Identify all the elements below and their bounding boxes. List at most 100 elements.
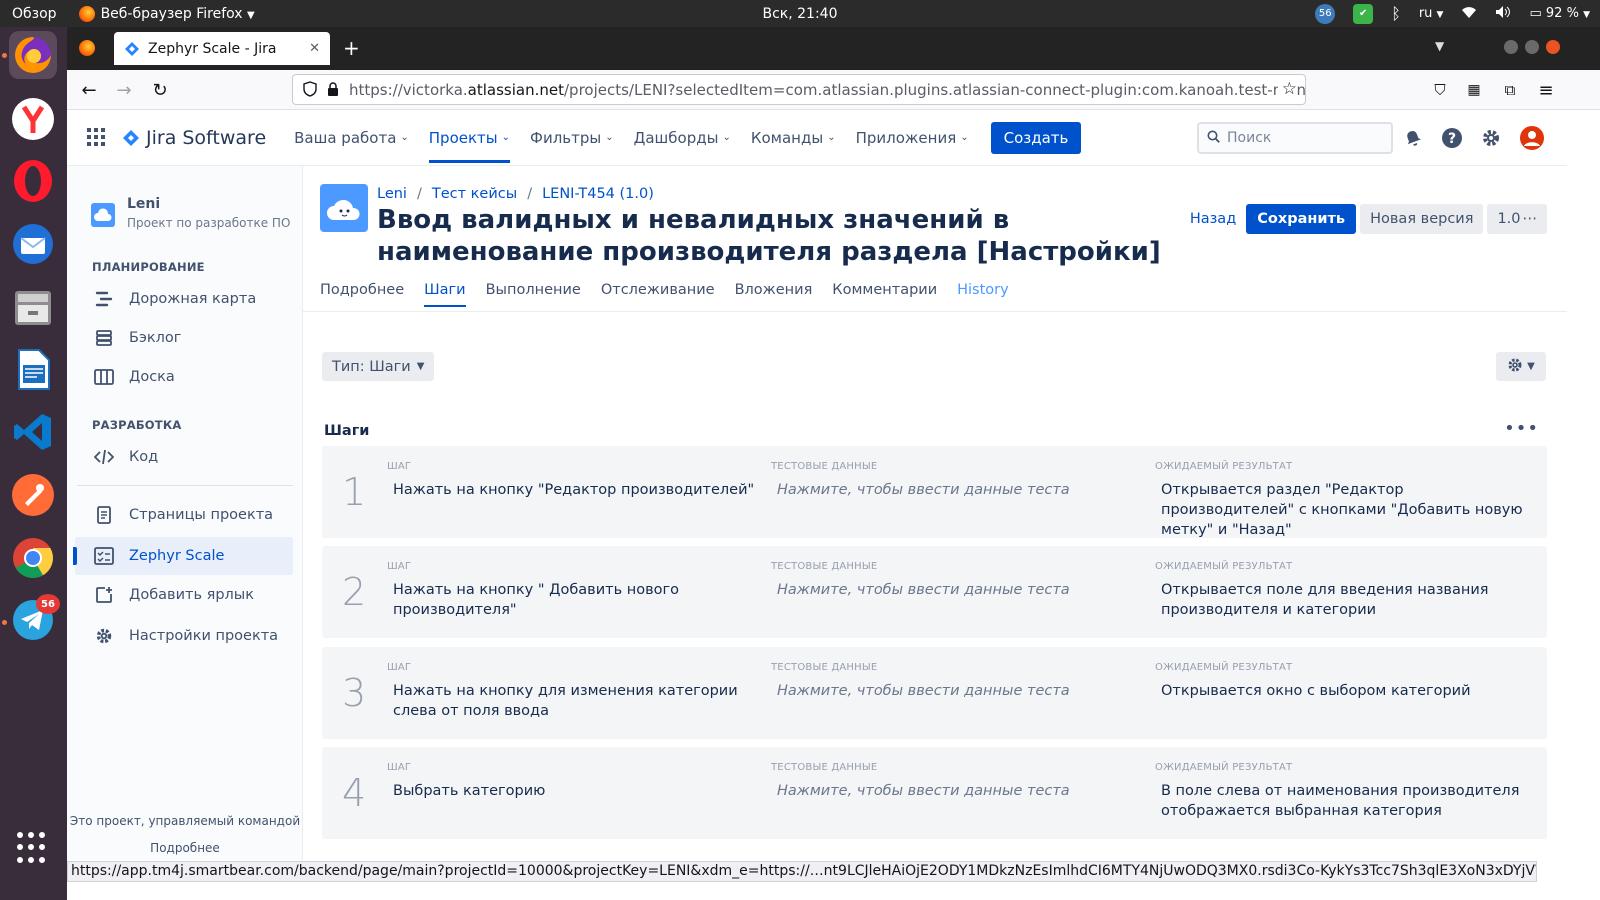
step-description[interactable]: Нажать на кнопку " Добавить нового произ… [387, 580, 757, 620]
vscode-icon[interactable] [9, 408, 57, 456]
bookmark-star-icon[interactable]: ☆ [1277, 79, 1297, 99]
list-tabs-icon[interactable]: ▼ [1435, 39, 1444, 53]
expected-result[interactable]: В поле слева от наименования производите… [1155, 781, 1525, 821]
app-menu[interactable]: Веб-браузер Firefox ▼ [78, 5, 255, 22]
close-window-icon[interactable] [1546, 40, 1560, 54]
test-data-field[interactable]: Нажмите, чтобы ввести данные теста [771, 681, 1141, 701]
nav-teams[interactable]: Команды ⌄ [751, 110, 836, 166]
yandex-browser-icon[interactable] [9, 95, 57, 143]
volume-icon[interactable] [1495, 5, 1511, 23]
wifi-icon[interactable] [1461, 5, 1477, 23]
postman-icon[interactable] [9, 471, 57, 519]
shield-icon[interactable] [303, 81, 317, 101]
nav-dashboards[interactable]: Дашборды ⌄ [634, 110, 731, 166]
extensions-icon[interactable]: ⧉ [1499, 79, 1521, 101]
sidebar-item-board[interactable]: Доска [75, 358, 293, 396]
libreoffice-writer-icon[interactable] [9, 345, 57, 393]
pocket-icon[interactable]: ⛉ [1429, 79, 1451, 101]
settings-gear-icon[interactable] [1479, 126, 1503, 150]
keyboard-layout[interactable]: ru ▼ [1419, 6, 1444, 21]
tab-execution[interactable]: Выполнение [486, 282, 581, 307]
search-input[interactable]: Поиск [1197, 122, 1393, 154]
sidebar-item-project-settings[interactable]: Настройки проекта [75, 617, 293, 655]
project-header[interactable]: Leni Проект по разработке ПО [91, 196, 290, 230]
page-scrollbar[interactable] [1567, 110, 1600, 882]
browser-tab[interactable]: Zephyr Scale - Jira ✕ [114, 32, 330, 65]
more-options-icon[interactable]: ••• [1504, 418, 1539, 439]
steps-settings-button[interactable]: ▼ [1496, 352, 1546, 381]
back-button[interactable]: Назад [1184, 211, 1242, 227]
files-icon[interactable] [9, 283, 57, 331]
step-description[interactable]: Выбрать категорию [387, 781, 757, 801]
save-button[interactable]: Сохранить [1246, 204, 1357, 234]
url-bar[interactable]: https://victorka. atlassian.net/projects/… [292, 74, 1306, 105]
test-data-field[interactable]: Нажмите, чтобы ввести данные теста [771, 781, 1141, 801]
qr-code-icon[interactable]: ▦ [1463, 79, 1485, 101]
user-avatar-icon[interactable] [1520, 126, 1544, 150]
notifications-bell-icon[interactable] [1401, 126, 1425, 150]
help-icon[interactable]: ? [1440, 126, 1464, 150]
show-applications-icon[interactable] [17, 832, 49, 864]
chevron-down-icon: ▼ [1583, 10, 1590, 20]
test-step[interactable]: 4 Шаг Выбрать категорию Тестовые данные … [322, 747, 1547, 839]
close-tab-icon[interactable]: ✕ [309, 41, 320, 56]
bluetooth-icon[interactable]: ᛒ [1391, 4, 1401, 23]
notification-badge[interactable]: 56 [1315, 3, 1336, 24]
new-version-button[interactable]: Новая версия [1360, 204, 1484, 234]
expected-result[interactable]: Открывается окно с выбором категорий [1155, 681, 1525, 701]
version-menu-button[interactable]: 1.0 ⋯ [1487, 204, 1547, 234]
sidebar-item-add-shortcut[interactable]: Добавить ярлык [75, 576, 293, 614]
step-description[interactable]: Нажать на кнопку "Редактор производителе… [387, 480, 757, 500]
battery-indicator[interactable]: ▭ 92 % ▼ [1529, 6, 1590, 21]
thunderbird-icon[interactable] [9, 220, 57, 268]
sidebar-item-roadmap[interactable]: Дорожная карта [75, 280, 293, 318]
tab-comments[interactable]: Комментарии [832, 282, 937, 307]
test-data-field[interactable]: Нажмите, чтобы ввести данные теста [771, 580, 1141, 600]
test-step[interactable]: 3 Шаг Нажать на кнопку для изменения кат… [322, 647, 1547, 739]
nav-apps[interactable]: Приложения ⌄ [856, 110, 969, 166]
chrome-icon[interactable] [9, 534, 57, 582]
tab-details[interactable]: Подробнее [320, 282, 404, 307]
firefox-view-icon[interactable] [79, 40, 101, 56]
new-tab-icon[interactable]: + [343, 36, 360, 60]
nav-projects[interactable]: Проекты ⌄ [428, 110, 511, 166]
script-type-dropdown[interactable]: Тип: Шаги ▼ [322, 352, 435, 381]
nav-your-work[interactable]: Ваша работа ⌄ [294, 110, 409, 166]
tab-history[interactable]: History [957, 282, 1009, 307]
tab-title: Zephyr Scale - Jira [148, 40, 277, 57]
step-number: 3 [342, 671, 367, 715]
sidebar-item-zephyr-scale[interactable]: Zephyr Scale [73, 537, 293, 575]
hamburger-menu-icon[interactable]: ≡ [1535, 79, 1557, 101]
sidebar-item-project-pages[interactable]: Страницы проекта [75, 496, 293, 534]
tab-traceability[interactable]: Отслеживание [601, 282, 715, 307]
test-step[interactable]: 2 Шаг Нажать на кнопку " Добавить нового… [322, 546, 1547, 638]
test-step[interactable]: 1 Шаг Нажать на кнопку "Редактор произво… [322, 446, 1547, 538]
activities-button[interactable]: Обзор [12, 6, 57, 22]
create-button[interactable]: Создать [990, 121, 1082, 154]
back-arrow-icon[interactable]: ← [78, 79, 100, 101]
tab-steps[interactable]: Шаги [424, 282, 467, 307]
clock[interactable]: Вск, 21:40 [762, 6, 837, 22]
step-description[interactable]: Нажать на кнопку для изменения категории… [387, 681, 757, 721]
expected-result[interactable]: Открывается раздел "Редактор производите… [1155, 480, 1525, 540]
test-data-field[interactable]: Нажмите, чтобы ввести данные теста [771, 480, 1141, 500]
breadcrumb-project[interactable]: Leni [377, 186, 407, 202]
forward-arrow-icon[interactable]: → [113, 79, 135, 101]
tab-attachments[interactable]: Вложения [735, 282, 813, 307]
breadcrumb-test-case-key[interactable]: LENI-T454 (1.0) [542, 186, 654, 202]
nav-filters[interactable]: Фильтры ⌄ [530, 110, 614, 166]
minimize-window-icon[interactable] [1504, 40, 1518, 54]
app-switcher-icon[interactable] [87, 128, 105, 146]
expected-result[interactable]: Открывается поле для введения названия п… [1155, 580, 1525, 620]
sidebar-item-backlog[interactable]: Бэклог [75, 319, 293, 357]
sidebar-item-code[interactable]: Код [75, 438, 293, 476]
maximize-window-icon[interactable] [1525, 40, 1539, 54]
lock-icon[interactable] [327, 81, 339, 101]
breadcrumb-test-cases[interactable]: Тест кейсы [432, 186, 517, 202]
learn-more-link[interactable]: Подробнее [67, 841, 303, 855]
reload-icon[interactable]: ↻ [149, 79, 171, 101]
firefox-icon[interactable] [9, 31, 57, 79]
jira-logo[interactable]: Jira Software [122, 127, 266, 149]
check-icon[interactable]: ✔ [1353, 3, 1374, 24]
opera-icon[interactable] [9, 157, 57, 205]
